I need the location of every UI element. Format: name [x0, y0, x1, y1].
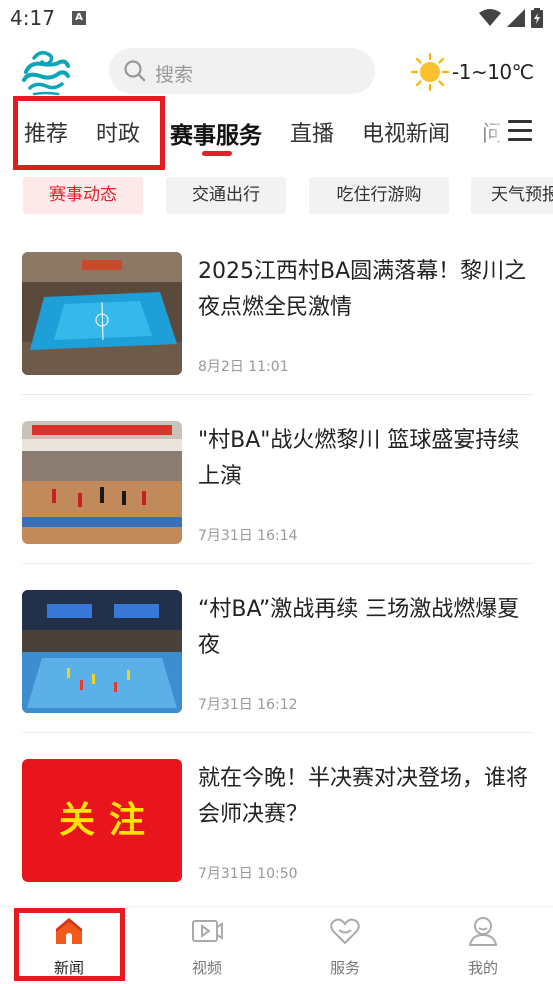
news-thumbnail — [22, 590, 182, 713]
chip-event-news[interactable]: 赛事动态 — [23, 177, 143, 214]
heart-icon — [330, 918, 360, 945]
news-time: 7月31日 10:50 — [198, 866, 298, 882]
news-title: "村BA"战火燃黎川 篮球盛宴持续上演 — [198, 428, 520, 489]
news-title: 就在今晚！半决赛对决登场，谁将会师决赛？ — [198, 766, 529, 827]
divider — [22, 732, 534, 733]
news-item[interactable]: 2025江西村BA圆满落幕！黎川之夜点燃全民激情 8月2日 11:01 — [22, 252, 534, 376]
sub-category-chips: 赛事动态 交通出行 吃住行游购 天气预报 — [0, 177, 553, 215]
signal-icon — [507, 9, 525, 27]
nav-profile[interactable]: 我的 — [414, 907, 552, 984]
news-item[interactable]: “村BA”激战再续 三场激战燃爆夏夜 7月31日 16:12 — [22, 590, 534, 714]
nav-video[interactable]: 视频 — [138, 907, 276, 984]
app-header: 搜索 -1~10℃ — [0, 44, 553, 100]
news-time: 7月31日 16:14 — [198, 528, 298, 544]
news-time: 8月2日 11:01 — [198, 359, 289, 375]
menu-icon[interactable] — [508, 120, 532, 142]
video-icon — [192, 920, 223, 942]
news-item[interactable]: 关注 就在今晚！半决赛对决登场，谁将会师决赛？ 7月31日 10:50 — [22, 759, 534, 883]
battery-icon — [531, 8, 543, 28]
search-placeholder: 搜索 — [155, 64, 194, 86]
nav-label: 视频 — [191, 959, 222, 977]
tab-fade — [468, 108, 508, 160]
news-item[interactable]: "村BA"战火燃黎川 篮球盛宴持续上演 7月31日 16:14 — [22, 421, 534, 545]
search-icon — [124, 60, 146, 82]
chip-weather[interactable]: 天气预报 — [471, 177, 553, 214]
app-logo-icon[interactable] — [20, 48, 72, 96]
divider — [22, 394, 534, 395]
nav-label: 服务 — [329, 959, 360, 977]
active-tab-indicator — [202, 151, 232, 156]
weather-temperature: -1~10℃ — [452, 60, 534, 84]
search-input[interactable]: 搜索 — [109, 48, 375, 94]
news-thumbnail — [22, 421, 182, 544]
news-thumbnail: 关注 — [22, 759, 182, 882]
wifi-icon — [479, 9, 501, 26]
divider — [22, 563, 534, 564]
tab-tv-news[interactable]: 电视新闻 — [362, 116, 450, 148]
nav-services[interactable]: 服务 — [276, 907, 414, 984]
thumbnail-text: 关注 — [58, 800, 159, 841]
weather-widget[interactable]: -1~10℃ — [410, 52, 534, 92]
status-time: 4:17 — [10, 6, 55, 30]
profile-icon — [468, 917, 498, 946]
highlight-box-tabs — [13, 96, 165, 170]
chip-food-lodging[interactable]: 吃住行游购 — [309, 177, 449, 214]
tab-event-services[interactable]: 赛事服务 — [170, 116, 262, 150]
news-time: 7月31日 16:12 — [198, 697, 298, 713]
news-title: 2025江西村BA圆满落幕！黎川之夜点燃全民激情 — [198, 259, 527, 320]
status-icons — [479, 8, 543, 28]
news-title: “村BA”激战再续 三场激战燃爆夏夜 — [198, 597, 520, 658]
highlight-box-nav — [14, 908, 125, 981]
chip-transport[interactable]: 交通出行 — [166, 177, 286, 214]
nav-label: 我的 — [467, 959, 498, 977]
news-thumbnail — [22, 252, 182, 375]
status-bar: 4:17 A — [0, 0, 553, 36]
tab-live[interactable]: 直播 — [290, 116, 334, 148]
sun-icon — [410, 52, 450, 92]
notification-icon: A — [72, 11, 86, 25]
